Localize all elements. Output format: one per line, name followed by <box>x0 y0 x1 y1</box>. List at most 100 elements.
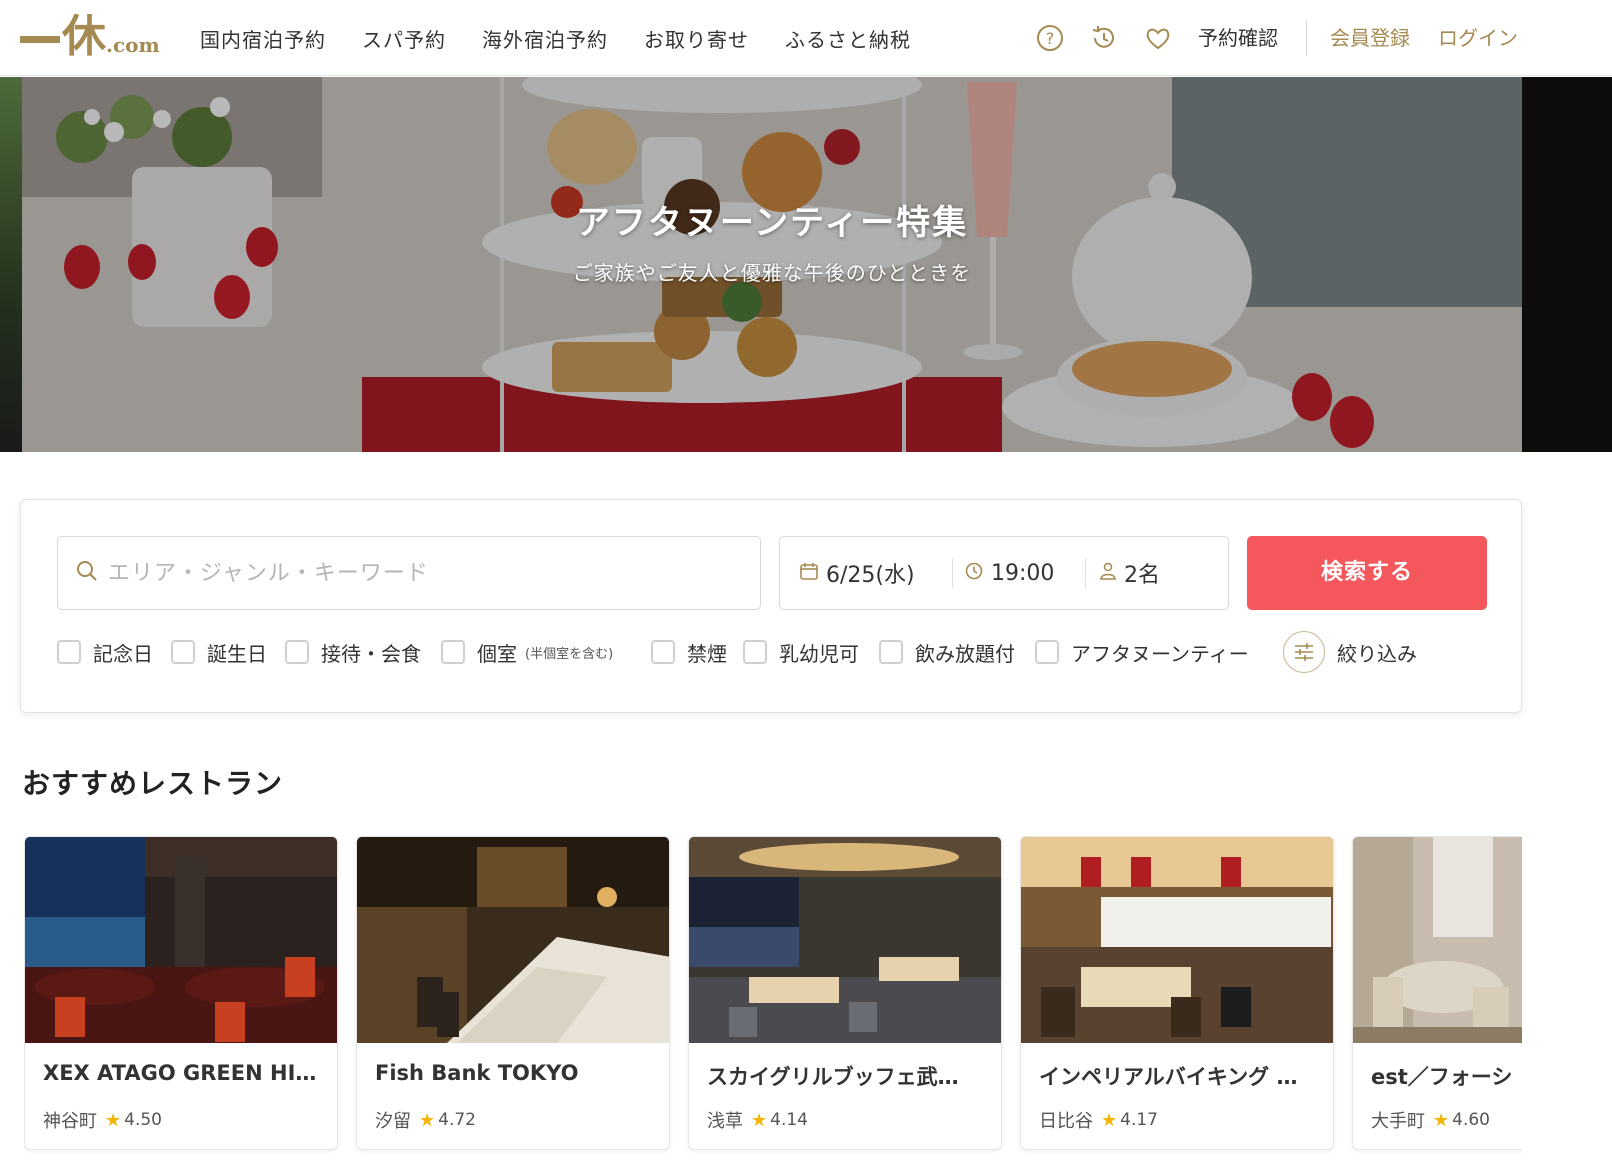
restaurant-photo[interactable] <box>1353 837 1522 1043</box>
filter-label: 記念日 <box>93 641 153 666</box>
restaurant-card[interactable]: XEX ATAGO GREEN HILLS 神谷町 ★ 4.50 <box>24 836 338 1150</box>
filter-label: 接待・会食 <box>321 641 421 666</box>
checkbox[interactable] <box>441 640 465 664</box>
section-title-recommend: おすすめレストラン <box>22 767 284 800</box>
people-value: 2名 <box>1124 563 1160 588</box>
hero-banner[interactable]: アフタヌーンティー特集 ご家族やご友人と優雅な午後のひとときを <box>0 77 1612 452</box>
restaurant-meta: 神谷町 ★ 4.50 <box>43 1107 162 1133</box>
restaurant-card[interactable]: スカイグリルブッフェ武… 浅草 ★ 4.14 <box>688 836 1002 1150</box>
people-selector[interactable]: 2名 <box>1086 536 1226 610</box>
restaurant-name[interactable]: インペリアルバイキング … <box>1039 1061 1321 1091</box>
restaurant-rating: 4.14 <box>770 1110 808 1130</box>
restaurant-rating: 4.50 <box>124 1110 162 1130</box>
hero-title: アフタヌーンティー特集 <box>575 203 969 243</box>
restaurant-name[interactable]: XEX ATAGO GREEN HILLS <box>43 1061 325 1085</box>
nav-domestic-stay[interactable]: 国内宿泊予約 <box>200 24 326 53</box>
hero-subtitle: ご家族やご友人と優雅な午後のひとときを <box>572 261 972 285</box>
logo-kanji: 休 <box>62 11 106 62</box>
checkbox[interactable] <box>651 640 675 664</box>
filter-note: (半個室を含む) <box>525 646 614 662</box>
restaurant-name[interactable]: est／フォーシ <box>1371 1061 1522 1091</box>
person-icon <box>1100 561 1116 586</box>
restaurant-photo[interactable] <box>689 837 1001 1043</box>
filter-private-room[interactable]: 個室 (半個室を含む) <box>441 632 613 672</box>
filter-label: 禁煙 <box>687 641 727 666</box>
restaurant-rating: 4.72 <box>438 1110 476 1130</box>
checkbox[interactable] <box>879 640 903 664</box>
logo-com: .com <box>106 33 160 57</box>
restaurant-rating: 4.60 <box>1452 1110 1490 1130</box>
star-icon: ★ <box>1433 1109 1450 1131</box>
reservation-check-link[interactable]: 予約確認 <box>1198 0 1278 76</box>
date-value: 6/25(水) <box>826 563 915 588</box>
time-selector[interactable]: 19:00 <box>953 536 1085 610</box>
restaurant-rating: 4.17 <box>1120 1110 1158 1130</box>
restaurant-carousel: XEX ATAGO GREEN HILLS 神谷町 ★ 4.50 Fish Ba… <box>24 836 1522 1156</box>
restaurant-area: 汐留 <box>375 1111 411 1132</box>
star-icon: ★ <box>1101 1109 1118 1131</box>
logo[interactable]: 休 .com <box>20 12 160 62</box>
register-link[interactable]: 会員登録 <box>1330 0 1410 76</box>
search-button[interactable]: 検索する <box>1247 536 1487 610</box>
search-panel: 6/25(水) 19:00 2名 検索する 記念日 誕生日 接待・ <box>20 499 1522 713</box>
restaurant-meta: 汐留 ★ 4.72 <box>375 1107 476 1133</box>
checkbox[interactable] <box>57 640 81 664</box>
help-icon[interactable]: ? <box>1036 24 1064 52</box>
checkbox[interactable] <box>1035 640 1059 664</box>
logo-mark <box>20 36 60 43</box>
filter-non-smoking[interactable]: 禁煙 <box>651 632 727 672</box>
narrow-down-button[interactable]: 絞り込み <box>1283 631 1417 673</box>
header-divider <box>1306 20 1307 56</box>
nav-spa[interactable]: スパ予約 <box>362 24 446 53</box>
filter-infants-ok[interactable]: 乳幼児可 <box>743 632 859 672</box>
conditions-box: 6/25(水) 19:00 2名 <box>779 536 1229 610</box>
filter-anniversary[interactable]: 記念日 <box>57 632 153 672</box>
time-value: 19:00 <box>991 560 1055 586</box>
restaurant-photo[interactable] <box>1021 837 1333 1043</box>
filter-label: 誕生日 <box>207 641 267 666</box>
nav-furusato-tax[interactable]: ふるさと納税 <box>785 24 911 53</box>
checkbox[interactable] <box>743 640 767 664</box>
login-link[interactable]: ログイン <box>1438 0 1518 76</box>
filter-label: 個室 <box>477 641 517 666</box>
search-icon <box>76 560 98 586</box>
restaurant-photo[interactable] <box>25 837 337 1043</box>
restaurant-meta: 浅草 ★ 4.14 <box>707 1107 808 1133</box>
restaurant-meta: 大手町 ★ 4.60 <box>1371 1107 1490 1133</box>
clock-icon <box>965 561 983 586</box>
keyword-search-box[interactable] <box>57 536 761 610</box>
filter-afternoon-tea[interactable]: アフタヌーンティー <box>1035 632 1249 672</box>
calendar-icon <box>800 561 818 586</box>
restaurant-meta: 日比谷 ★ 4.17 <box>1039 1107 1158 1133</box>
date-selector[interactable]: 6/25(水) <box>780 536 952 610</box>
star-icon: ★ <box>419 1109 436 1131</box>
narrow-down-label: 絞り込み <box>1337 641 1417 666</box>
star-icon: ★ <box>105 1109 122 1131</box>
filter-birthday[interactable]: 誕生日 <box>171 632 267 672</box>
restaurant-card[interactable]: Fish Bank TOKYO 汐留 ★ 4.72 <box>356 836 670 1150</box>
restaurant-area: 神谷町 <box>43 1111 97 1132</box>
filter-sliders-icon <box>1283 631 1325 673</box>
restaurant-area: 大手町 <box>1371 1111 1425 1132</box>
restaurant-card[interactable]: est／フォーシ 大手町 ★ 4.60 <box>1352 836 1522 1150</box>
restaurant-name[interactable]: スカイグリルブッフェ武… <box>707 1061 989 1091</box>
svg-text:?: ? <box>1046 29 1055 48</box>
filter-label: 乳幼児可 <box>779 641 859 666</box>
history-icon[interactable] <box>1090 24 1118 52</box>
checkbox[interactable] <box>171 640 195 664</box>
nav-overseas-stay[interactable]: 海外宿泊予約 <box>482 24 608 53</box>
site-header: 休 .com 国内宿泊予約 スパ予約 海外宿泊予約 お取り寄せ ふるさと納税 ?… <box>0 0 1612 76</box>
filter-label: アフタヌーンティー <box>1071 641 1249 666</box>
checkbox[interactable] <box>285 640 309 664</box>
star-icon: ★ <box>751 1109 768 1131</box>
filter-label: 飲み放題付 <box>915 641 1015 666</box>
restaurant-photo[interactable] <box>357 837 669 1043</box>
keyword-input[interactable] <box>108 560 748 586</box>
heart-icon[interactable] <box>1144 24 1172 52</box>
nav-mail-order[interactable]: お取り寄せ <box>644 24 749 53</box>
filter-all-you-can-drink[interactable]: 飲み放題付 <box>879 632 1015 672</box>
filter-business-dinner[interactable]: 接待・会食 <box>285 632 421 672</box>
main-nav: 国内宿泊予約 スパ予約 海外宿泊予約 お取り寄せ ふるさと納税 <box>200 0 947 76</box>
restaurant-name[interactable]: Fish Bank TOKYO <box>375 1061 657 1085</box>
restaurant-card[interactable]: インペリアルバイキング … 日比谷 ★ 4.17 <box>1020 836 1334 1150</box>
